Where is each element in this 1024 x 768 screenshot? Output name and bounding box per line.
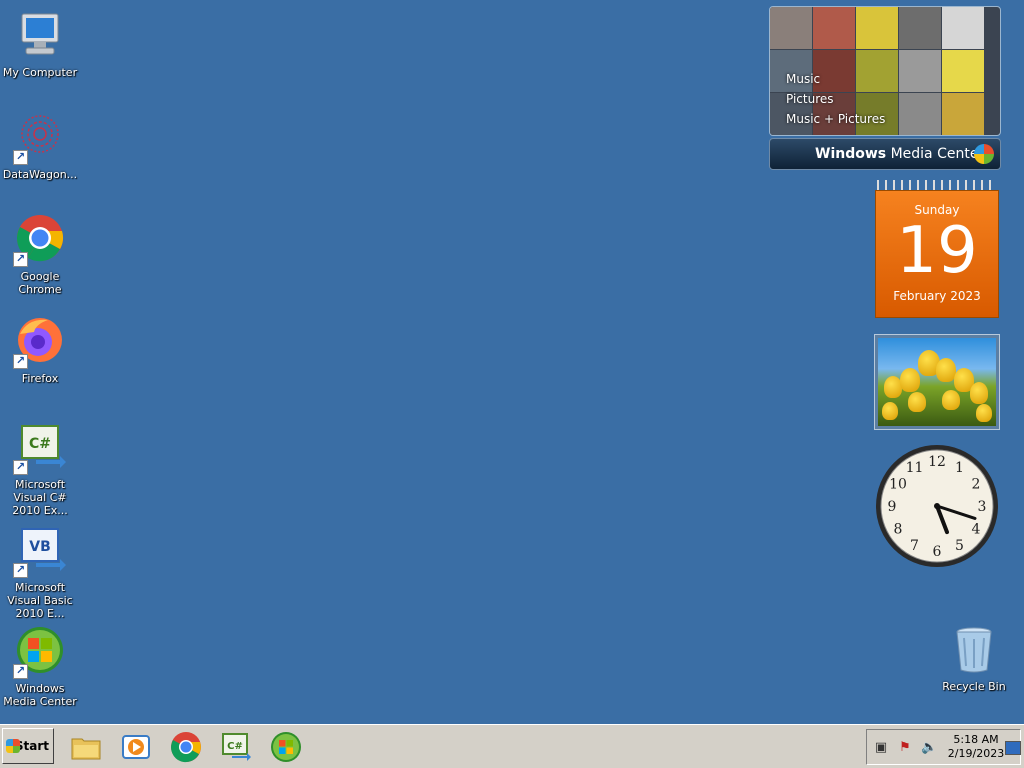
datawagon-icon: ↗ xyxy=(13,112,66,165)
taskbar-visual-csharp[interactable]: C# xyxy=(220,731,252,763)
system-tray: ▣ ⚑ 🔈 5:18 AM 2/19/2023 xyxy=(866,729,1021,765)
svg-text:C#: C# xyxy=(29,436,51,452)
desktop-icon-google-chrome[interactable]: ↗ Google Chrome xyxy=(0,214,80,296)
svg-text:C#: C# xyxy=(227,741,243,752)
media-center-title-bar[interactable]: Windows Media Center xyxy=(769,138,1001,170)
clock-numeral: 3 xyxy=(978,499,987,515)
desktop[interactable]: My Computer ↗ DataWagon... ↗ Google Chro… xyxy=(0,0,1024,724)
clock-gadget[interactable]: 1 2 3 4 5 6 7 8 9 10 11 12 xyxy=(875,444,999,568)
desktop-icon-label: Microsoft Visual Basic 2010 E... xyxy=(7,581,73,620)
media-center-menu-music-pictures[interactable]: Music + Pictures xyxy=(786,109,885,129)
calendar-page: Sunday 19 February 2023 xyxy=(875,190,999,318)
clock-numeral: 5 xyxy=(955,538,964,554)
clock-numeral: 6 xyxy=(933,544,942,560)
recycle-bin-icon xyxy=(948,624,1000,676)
media-player-icon xyxy=(122,735,150,759)
chrome-icon: ↗ xyxy=(13,214,66,267)
taskbar-clock[interactable]: 5:18 AM 2/19/2023 xyxy=(945,733,1007,761)
clock-numeral: 11 xyxy=(906,460,924,476)
clock-numeral: 4 xyxy=(972,522,981,538)
shortcut-arrow-icon: ↗ xyxy=(13,252,28,267)
firefox-icon: ↗ xyxy=(13,316,66,369)
show-desktop-icon[interactable] xyxy=(1005,741,1021,755)
desktop-icon-label: Recycle Bin xyxy=(942,680,1006,693)
visual-csharp-icon: C# xyxy=(222,733,251,761)
taskbar: Start C# ▣ ⚑ 🔈 5:18 AM 2/19/2023 xyxy=(0,724,1024,768)
desktop-icon-datawagon[interactable]: ↗ DataWagon... xyxy=(0,112,80,181)
desktop-icon-visual-basic[interactable]: VB ↗ Microsoft Visual Basic 2010 E... xyxy=(0,525,80,620)
media-center-menu-music[interactable]: Music xyxy=(786,69,885,89)
windows-media-center-icon: ↗ xyxy=(13,626,66,679)
desktop-icon-label: Firefox xyxy=(21,372,59,385)
desktop-icon-label: Microsoft Visual C# 2010 Ex... xyxy=(12,478,68,517)
media-center-title: Windows Media Center xyxy=(815,146,985,162)
shortcut-arrow-icon: ↗ xyxy=(13,460,28,475)
calendar-rings xyxy=(877,180,997,190)
media-center-tiles: Music Pictures Music + Pictures xyxy=(769,6,1001,136)
visual-basic-icon: VB ↗ xyxy=(13,525,66,578)
media-center-gadget[interactable]: Music Pictures Music + Pictures Windows … xyxy=(769,6,1001,170)
clock-numeral: 7 xyxy=(910,538,919,554)
svg-text:VB: VB xyxy=(29,539,51,555)
clock-numeral: 12 xyxy=(928,454,946,470)
my-computer-icon xyxy=(14,10,66,62)
desktop-icon-my-computer[interactable]: My Computer xyxy=(0,10,80,79)
taskbar-time: 5:18 AM xyxy=(953,733,999,746)
desktop-icon-label: DataWagon... xyxy=(2,168,78,181)
taskbar-explorer[interactable] xyxy=(70,731,102,763)
clock-numeral: 1 xyxy=(955,460,964,476)
clock-face: 1234567891011 12 xyxy=(876,445,998,567)
visual-csharp-icon: C# ↗ xyxy=(13,422,66,475)
slideshow-image-tulips xyxy=(878,338,996,426)
explorer-icon xyxy=(71,738,101,760)
clock-numeral: 10 xyxy=(889,477,907,493)
shortcut-arrow-icon: ↗ xyxy=(13,563,28,578)
slideshow-gadget[interactable] xyxy=(874,334,1000,430)
desktop-icon-label: My Computer xyxy=(2,66,78,79)
desktop-icon-label: Windows Media Center xyxy=(3,682,77,708)
windows-media-center-icon xyxy=(271,732,301,762)
taskbar-media-player[interactable] xyxy=(120,731,152,763)
media-center-menu-pictures[interactable]: Pictures xyxy=(786,89,885,109)
calendar-gadget[interactable]: Sunday 19 February 2023 xyxy=(875,180,999,318)
taskbar-date: 2/19/2023 xyxy=(947,747,1005,760)
windows-logo-icon xyxy=(974,144,994,164)
volume-icon[interactable]: 🔈 xyxy=(921,740,937,756)
action-center-icon[interactable]: ⚑ xyxy=(897,740,913,756)
network-icon[interactable]: ▣ xyxy=(873,740,889,756)
start-button[interactable]: Start xyxy=(2,728,54,764)
taskbar-windows-media-center[interactable] xyxy=(270,731,302,763)
shortcut-arrow-icon: ↗ xyxy=(13,354,28,369)
desktop-icon-windows-media-center[interactable]: ↗ Windows Media Center xyxy=(0,626,80,708)
taskbar-chrome[interactable] xyxy=(170,731,202,763)
calendar-month-year: February 2023 xyxy=(893,289,981,303)
shortcut-arrow-icon: ↗ xyxy=(13,150,28,165)
calendar-day: 19 xyxy=(896,214,978,288)
clock-numeral: 9 xyxy=(888,499,897,515)
windows-flag-icon xyxy=(6,739,20,753)
clock-numeral: 2 xyxy=(972,477,981,493)
desktop-icon-label: Google Chrome xyxy=(18,270,62,296)
shortcut-arrow-icon: ↗ xyxy=(13,664,28,679)
desktop-icon-recycle-bin[interactable]: Recycle Bin xyxy=(934,624,1014,693)
desktop-icon-visual-csharp[interactable]: C# ↗ Microsoft Visual C# 2010 Ex... xyxy=(0,422,80,517)
clock-numeral: 8 xyxy=(894,522,903,538)
chrome-icon xyxy=(171,732,201,763)
desktop-icon-firefox[interactable]: ↗ Firefox xyxy=(0,316,80,385)
